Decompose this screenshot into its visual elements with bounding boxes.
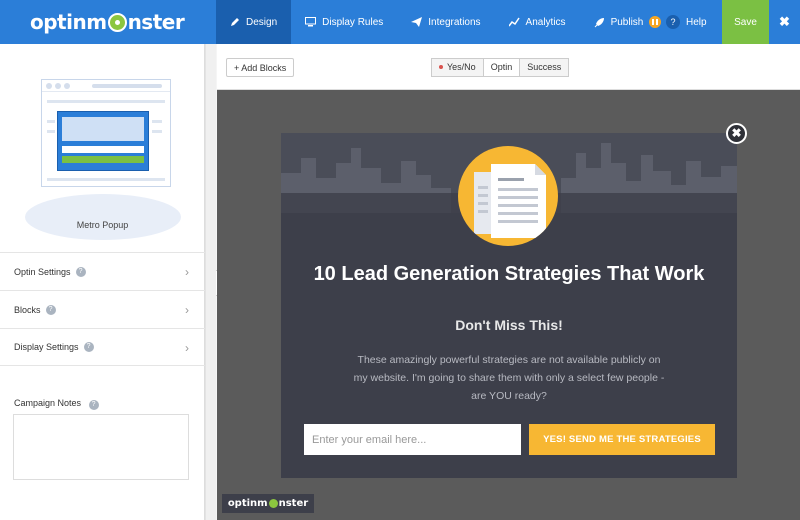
help-icon[interactable]: ?	[83, 342, 94, 352]
brand-text-post: nster	[278, 498, 309, 509]
nav-design-label: Design	[246, 16, 278, 28]
nav-integrations[interactable]: Integrations	[397, 0, 494, 44]
powered-by-badge[interactable]: optinm nster	[222, 494, 314, 513]
thumbnail-titlebar	[42, 80, 170, 92]
paper-plane-icon	[411, 17, 423, 27]
thumbnail-line	[47, 120, 55, 123]
thumbnail-button	[62, 156, 144, 163]
pause-icon	[649, 16, 662, 28]
nav-analytics-label: Analytics	[525, 16, 566, 28]
thumbnail-image	[62, 117, 144, 141]
document-icon	[458, 146, 558, 246]
campaign-notes-text: Campaign Notes	[14, 398, 82, 408]
popup-headline[interactable]: 10 Lead Generation Strategies That Work	[301, 262, 717, 287]
campaign-notes-textarea[interactable]	[13, 414, 189, 480]
thumbnail-line	[152, 130, 162, 133]
thumbnail-line	[152, 120, 162, 123]
status-dot-icon	[439, 65, 443, 69]
nav-design[interactable]: Design	[216, 0, 292, 44]
thumbnail-popup	[57, 111, 149, 171]
window-dot	[64, 83, 70, 89]
document-stack-graphic	[474, 164, 546, 238]
chevron-right-icon: ›	[185, 341, 189, 355]
chevron-right-icon: ›	[185, 265, 189, 279]
email-field[interactable]	[304, 424, 521, 455]
popup-close-icon[interactable]: ✖	[726, 123, 747, 144]
logo-text: optinm nster	[30, 10, 185, 34]
view-success[interactable]: Success	[520, 59, 569, 76]
monitor-icon	[305, 17, 317, 27]
optin-settings-label: Optin Settings	[14, 266, 71, 277]
pencil-icon	[231, 18, 239, 26]
help-button[interactable]: ? Help	[666, 0, 707, 44]
view-switcher: Yes/No Optin Success	[431, 58, 570, 77]
chart-icon	[508, 17, 520, 27]
template-name: Metro Popup	[76, 220, 129, 230]
view-success-label: Success	[527, 62, 562, 72]
nav-analytics[interactable]: Analytics	[495, 0, 580, 44]
popup-body-text[interactable]: These amazingly powerful strategies are …	[351, 351, 667, 405]
help-icon[interactable]: ?	[45, 304, 56, 315]
view-yes-no-label: Yes/No	[447, 62, 476, 72]
optin-settings-row[interactable]: Optin Settings ? ›	[0, 252, 205, 290]
campaign-notes-label: Campaign Notes ?	[14, 398, 99, 410]
popup-subheadline[interactable]: Don't Miss This!	[301, 317, 717, 333]
help-icon[interactable]: ?	[75, 266, 86, 277]
cta-button[interactable]: YES! SEND ME THE STRATEGIES	[529, 424, 715, 455]
thumbnail-shadow	[25, 194, 181, 240]
blocks-label: Blocks	[14, 304, 41, 315]
address-bar	[92, 84, 162, 88]
monster-icon	[107, 13, 127, 32]
thumbnail-line	[47, 100, 165, 103]
sidebar: Metro Popup Optin Settings ? › Blocks ? …	[0, 44, 216, 520]
thumbnail-line	[47, 130, 55, 133]
question-icon: ?	[666, 15, 680, 29]
help-icon[interactable]: ?	[88, 400, 99, 410]
nav-publish[interactable]: Publish	[580, 0, 676, 44]
thumbnail-line	[47, 178, 165, 181]
close-icon[interactable]: ✖	[769, 0, 800, 44]
optinmonster-logo[interactable]: optinm nster	[0, 0, 216, 44]
thumbnail-window	[41, 79, 171, 187]
blocks-row[interactable]: Blocks ? ›	[0, 290, 205, 328]
help-label: Help	[686, 16, 707, 28]
view-optin[interactable]: Optin	[483, 59, 521, 76]
editor-toolbar: + Add Blocks Yes/No Optin Success	[217, 44, 800, 90]
nav-integrations-label: Integrations	[428, 16, 481, 28]
window-dot	[46, 83, 52, 89]
optin-popup-preview[interactable]: 10 Lead Generation Strategies That Work …	[281, 133, 737, 478]
nav-display-rules-label: Display Rules	[322, 16, 384, 28]
main-nav: Design Display Rules Integrations Analyt…	[216, 0, 675, 44]
rocket-icon	[594, 17, 604, 27]
thumbnail-field	[62, 146, 144, 153]
top-bar: optinm nster Design Display Rules Integra…	[0, 0, 800, 44]
save-button[interactable]: Save	[722, 0, 769, 44]
view-yes-no[interactable]: Yes/No	[432, 59, 484, 76]
editor-canvas: 10 Lead Generation Strategies That Work …	[217, 90, 800, 520]
brand-text-pre: optinm	[227, 498, 268, 509]
sidebar-scrollbar[interactable]	[205, 44, 216, 520]
chevron-right-icon: ›	[185, 303, 189, 317]
display-settings-row[interactable]: Display Settings ? ›	[0, 328, 205, 366]
window-dot	[55, 83, 61, 89]
monster-icon	[268, 499, 278, 508]
display-settings-label: Display Settings	[14, 342, 79, 352]
nav-display-rules[interactable]: Display Rules	[291, 0, 397, 44]
nav-publish-label: Publish	[610, 16, 644, 28]
add-blocks-button[interactable]: + Add Blocks	[226, 58, 295, 77]
view-optin-label: Optin	[490, 62, 513, 72]
